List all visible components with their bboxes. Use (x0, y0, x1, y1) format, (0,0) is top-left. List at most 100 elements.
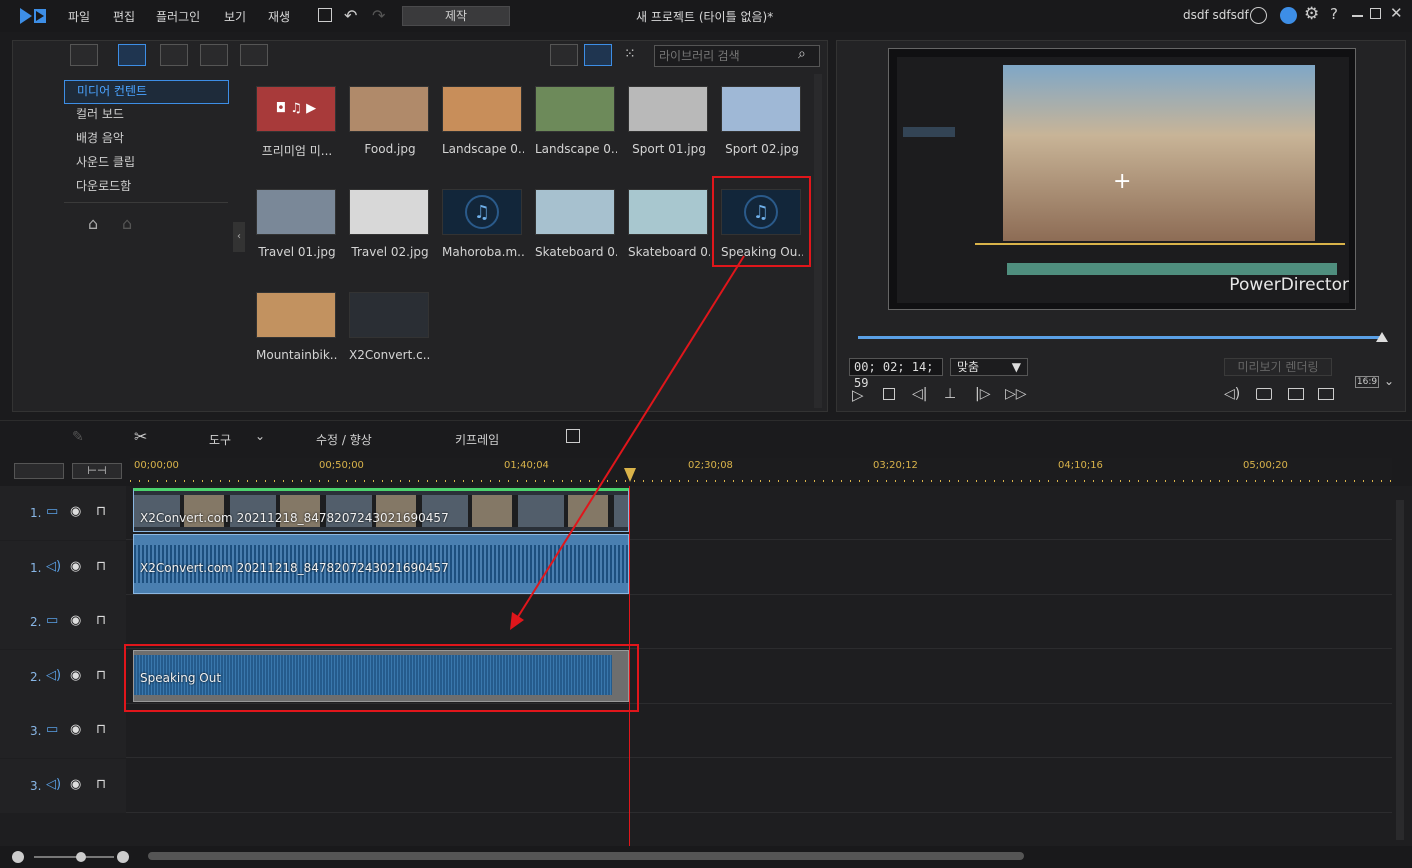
track-header[interactable]: 1. ◁) ◉ ⊓ (0, 540, 126, 595)
lock-icon[interactable]: ⊓ (96, 504, 106, 519)
import-media-button[interactable] (70, 44, 98, 66)
zoom-slider[interactable] (34, 856, 114, 858)
display-settings-icon[interactable] (1288, 388, 1304, 400)
menu-plugin[interactable]: 플러그인 (156, 8, 200, 25)
produce-button[interactable]: 제작 (402, 6, 510, 26)
media-item[interactable]: Food.jpg (349, 86, 431, 156)
track-header[interactable]: 1. ▭ ◉ ⊓ (0, 486, 126, 540)
track-header[interactable]: 2. ▭ ◉ ⊓ (0, 595, 126, 649)
fast-forward-icon[interactable]: ▷▷ (1005, 386, 1027, 402)
redo-icon[interactable]: ↷ (372, 6, 385, 25)
save-icon[interactable] (318, 8, 332, 22)
fix-enhance-button[interactable]: 수정 / 향상 (316, 431, 372, 448)
category-downloaded[interactable]: 다운로드함 (64, 176, 229, 200)
keyframe-button[interactable]: 키프레임 (455, 431, 499, 448)
preview-scrubber-handle[interactable] (1376, 332, 1388, 342)
category-media-content[interactable]: 미디어 컨텐트 (64, 80, 229, 104)
chevron-down-icon[interactable]: ⌄ (1384, 374, 1394, 388)
timeline-ruler[interactable]: 00;00;00 00;50;00 01;40;04 02;30;08 03;2… (130, 458, 1392, 484)
tools-menu[interactable]: 도구 (209, 431, 231, 448)
visibility-eye-icon[interactable]: ◉ (70, 777, 81, 792)
media-item[interactable]: Skateboard 0... (628, 189, 710, 259)
media-item[interactable]: Skateboard 0... (535, 189, 617, 259)
image-filter-button[interactable] (200, 44, 228, 66)
minimize-icon[interactable] (1352, 15, 1363, 17)
search-icon[interactable]: ⌕ (798, 46, 806, 62)
video-filter-button[interactable] (160, 44, 188, 66)
timeline-horizontal-scrollbar[interactable] (148, 852, 1024, 860)
chevron-down-icon[interactable]: ⌄ (255, 429, 265, 443)
lock-icon[interactable]: ⊓ (96, 777, 106, 792)
library-scrollbar[interactable] (814, 74, 822, 408)
zoom-fit-select[interactable]: 맞춤 ▼ (950, 358, 1028, 376)
user-name[interactable]: dsdf sdfsdf (1183, 8, 1249, 22)
visibility-eye-icon[interactable]: ◉ (70, 722, 81, 737)
aspect-ratio-button[interactable]: 16:9 (1355, 376, 1379, 388)
zoom-slider-handle[interactable] (76, 852, 86, 862)
category-color-board[interactable]: 컬러 보드 (64, 104, 229, 128)
timecode-display[interactable]: 00; 02; 14; 59 (849, 358, 943, 390)
next-frame-icon[interactable]: |▷ (975, 386, 990, 402)
audio-filter-button[interactable] (240, 44, 268, 66)
timeline-vertical-scrollbar[interactable] (1396, 500, 1404, 840)
drop-target-highlight (124, 644, 639, 712)
visibility-eye-icon[interactable]: ◉ (70, 613, 81, 628)
media-item[interactable]: ◘ ♫ ▶ 프리미엄 미... (256, 86, 338, 159)
media-item[interactable]: Travel 01.jpg (256, 189, 338, 259)
media-filter-all-button[interactable] (118, 44, 146, 66)
track-manager-button[interactable] (14, 463, 64, 479)
visibility-eye-icon[interactable]: ◉ (70, 668, 81, 683)
list-view-button[interactable] (550, 44, 578, 66)
zoom-out-icon[interactable] (12, 851, 24, 863)
library-search-input[interactable] (654, 45, 820, 67)
media-item[interactable]: X2Convert.c... (349, 292, 431, 362)
menu-edit[interactable]: 편집 (113, 8, 135, 25)
visibility-eye-icon[interactable]: ◉ (70, 504, 81, 519)
media-item[interactable]: Landscape 0... (442, 86, 524, 156)
undock-icon[interactable] (1318, 388, 1334, 400)
track-header[interactable]: 2. ◁) ◉ ⊓ (0, 649, 126, 704)
thumbnail-size-icon[interactable]: ⁙ (624, 46, 636, 62)
category-background-music[interactable]: 배경 음악 (64, 128, 229, 152)
move-cursor-icon: + (1113, 169, 1132, 194)
lock-icon[interactable]: ⊓ (96, 559, 106, 574)
fit-timeline-button[interactable]: ⊢⊣ (72, 463, 122, 479)
scissors-icon[interactable]: ✂ (134, 427, 147, 446)
undo-icon[interactable]: ↶ (344, 6, 357, 25)
media-item[interactable]: ♫ Mahoroba.m... (442, 189, 524, 259)
maximize-icon[interactable] (1370, 8, 1381, 19)
media-item[interactable]: Mountainbik... (256, 292, 338, 362)
lock-icon[interactable]: ⊓ (96, 613, 106, 628)
category-sound-clips[interactable]: 사운드 클립 (64, 152, 229, 176)
media-item[interactable]: Sport 01.jpg (628, 86, 710, 156)
settings-icon[interactable]: ⚙ (1304, 4, 1319, 24)
menu-file[interactable]: 파일 (68, 8, 90, 25)
close-icon[interactable]: ✕ (1390, 4, 1403, 22)
help-icon[interactable]: ? (1330, 5, 1338, 23)
track-header[interactable]: 3. ◁) ◉ ⊓ (0, 758, 126, 813)
play-icon[interactable]: ▷ (852, 386, 864, 404)
snapshot-icon[interactable] (1256, 388, 1272, 400)
preview-track (1007, 263, 1337, 275)
split-marker-icon[interactable]: ⊥ (944, 386, 956, 402)
menu-view[interactable]: 보기 (224, 8, 246, 25)
previous-frame-icon[interactable]: ◁| (912, 386, 927, 402)
media-item[interactable]: Sport 02.jpg (721, 86, 803, 156)
user-icon[interactable] (1250, 7, 1267, 24)
volume-icon[interactable]: ◁) (1224, 386, 1240, 402)
media-item[interactable]: Travel 02.jpg (349, 189, 431, 259)
notification-icon[interactable] (1280, 7, 1297, 24)
media-item[interactable]: Landscape 0... (535, 86, 617, 156)
collapse-panel-button[interactable]: ‹ (233, 222, 245, 252)
preview-scrubber-track[interactable] (858, 336, 1382, 339)
visibility-eye-icon[interactable]: ◉ (70, 559, 81, 574)
preview-screen[interactable]: PowerDirector + (888, 48, 1356, 310)
lock-icon[interactable]: ⊓ (96, 722, 106, 737)
add-tag-icon[interactable]: ⌂ (88, 214, 98, 233)
track-header[interactable]: 3. ▭ ◉ ⊓ (0, 704, 126, 758)
stop-icon[interactable] (883, 388, 895, 400)
menu-playback[interactable]: 재생 (268, 8, 290, 25)
lock-icon[interactable]: ⊓ (96, 668, 106, 683)
zoom-in-icon[interactable] (117, 851, 129, 863)
grid-view-button[interactable] (584, 44, 612, 66)
